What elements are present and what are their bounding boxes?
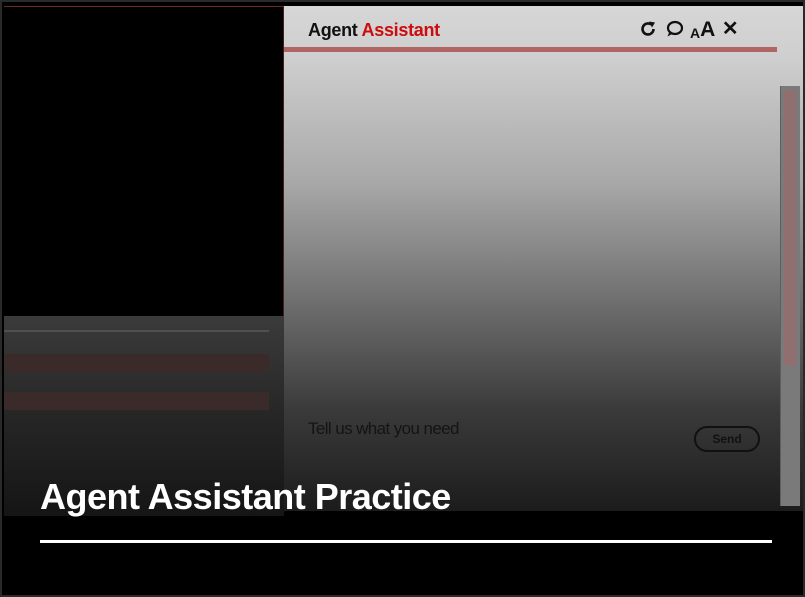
assistant-title-main: Agent <box>308 20 358 40</box>
assistant-header: Agent Assistant A A ✕ <box>284 6 777 52</box>
left-placeholder-row <box>4 392 269 410</box>
left-placeholder-row <box>4 354 269 372</box>
close-icon[interactable]: ✕ <box>721 18 739 40</box>
refresh-icon[interactable] <box>638 18 658 40</box>
chat-scrollbar-thumb[interactable] <box>784 90 796 366</box>
video-frame: Agent Assistant A A ✕ Tell us what you n… <box>0 0 805 597</box>
chat-bubble-icon[interactable] <box>664 18 684 40</box>
agent-assistant-panel: Agent Assistant A A ✕ Tell us what you n… <box>284 6 803 511</box>
send-button[interactable]: Send <box>694 426 760 452</box>
font-size-large-label: A <box>700 18 716 41</box>
title-underline <box>40 540 772 543</box>
left-divider <box>4 330 269 332</box>
assistant-title: Agent Assistant <box>308 20 440 41</box>
page-title: Agent Assistant Practice <box>40 476 451 517</box>
font-size-small-label: A <box>690 25 701 41</box>
left-video-pane <box>4 6 284 316</box>
font-size-icon[interactable]: A A <box>690 18 715 40</box>
chat-message-input[interactable] <box>308 414 678 444</box>
header-toolbar: A A ✕ <box>638 18 739 40</box>
assistant-title-accent: Assistant <box>361 20 441 40</box>
